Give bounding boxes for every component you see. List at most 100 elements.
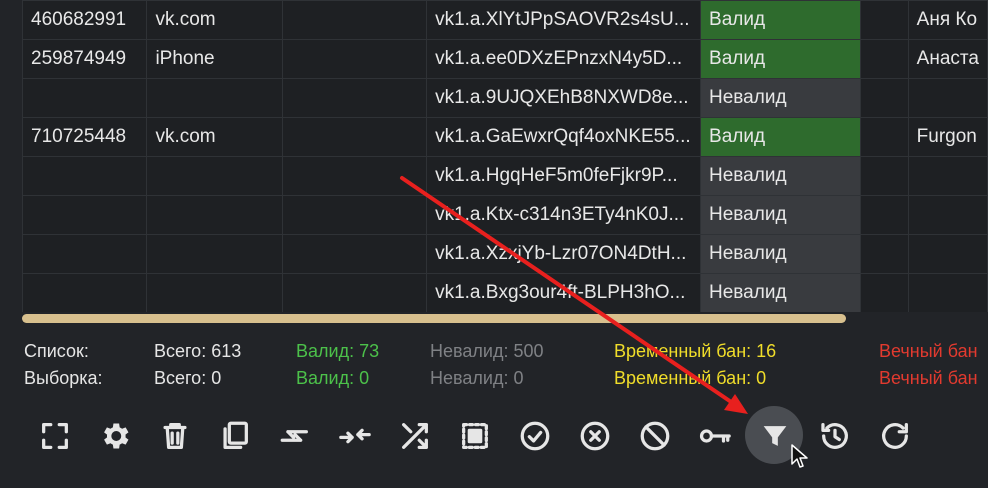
table-row[interactable]: vk1.a.Ktx-c314n3ETy4nK0J... Невалид [22, 195, 988, 235]
table-row[interactable]: vk1.a.HgqHeF5m0feFjkr9P... Невалид [22, 156, 988, 196]
delete-icon [163, 423, 187, 449]
select-all-button[interactable] [445, 406, 505, 466]
stats-selection-temp-ban: Временный бан: 0 [614, 368, 767, 388]
invalid-button[interactable] [565, 406, 625, 466]
fullscreen-icon [42, 423, 68, 449]
stats-selection-invalid: Невалид: 0 [430, 368, 524, 388]
stats-selection-total: Всего: 0 [154, 368, 222, 388]
device-cell [146, 78, 283, 118]
device-cell [146, 273, 283, 312]
merge-icon [339, 428, 371, 444]
status-cell: Невалид [700, 273, 862, 312]
stats-list-perm-ban: Вечный бан [879, 341, 978, 361]
swap-button[interactable] [265, 406, 325, 466]
check-valid-button[interactable] [505, 406, 565, 466]
account-id-cell: 460682991 [22, 0, 148, 40]
device-cell [146, 234, 283, 274]
device-cell: vk.com [146, 117, 283, 157]
history-button[interactable] [805, 406, 865, 466]
delete-button[interactable] [145, 406, 205, 466]
table-row[interactable]: 259874949 iPhone vk1.a.ee0DXzEPnzxN4y5D...… [22, 39, 988, 79]
account-id-cell: 710725448 [22, 117, 148, 157]
name-cell: Furgon [907, 117, 988, 157]
account-id-cell [22, 156, 148, 196]
empty-cell [281, 195, 428, 235]
empty-cell [860, 0, 909, 40]
token-cell: vk1.a.Ktx-c314n3ETy4nK0J... [426, 195, 702, 235]
token-cell: vk1.a.9UJQXEhB8NXWD8e... [426, 78, 702, 118]
shuffle-button[interactable] [385, 406, 445, 466]
empty-cell [281, 39, 428, 79]
device-cell [146, 156, 283, 196]
refresh-icon [882, 423, 908, 449]
device-cell [146, 195, 283, 235]
stats-list-temp-ban: Временный бан: 16 [614, 341, 777, 361]
stats-list-total: Всего: 613 [154, 341, 242, 361]
shuffle-icon [402, 423, 428, 449]
empty-cell [281, 234, 428, 274]
key-icon [699, 429, 731, 443]
select-all-icon [462, 423, 488, 449]
empty-cell [281, 273, 428, 312]
empty-cell [281, 117, 428, 157]
name-cell: Анаста [907, 39, 988, 79]
token-cell: vk1.a.HgqHeF5m0feFjkr9P... [426, 156, 702, 196]
account-id-cell [22, 234, 148, 274]
accounts-panel: 460682991 vk.com vk1.a.XlYtJPpSAOVR2s4sU..… [0, 0, 988, 488]
device-cell: vk.com [146, 0, 283, 40]
status-cell: Валид [700, 117, 862, 157]
empty-cell [860, 234, 909, 274]
status-cell: Невалид [700, 195, 862, 235]
stats-list-invalid: Невалид: 500 [430, 341, 544, 361]
block-icon [640, 421, 670, 451]
empty-cell [860, 195, 909, 235]
check-circle-icon [520, 421, 550, 451]
account-id-cell: 259874949 [22, 39, 148, 79]
status-cell: Валид [700, 39, 862, 79]
table-row[interactable]: 460682991 vk.com vk1.a.XlYtJPpSAOVR2s4sU..… [22, 0, 988, 40]
device-cell: iPhone [146, 39, 283, 79]
status-cell: Невалид [700, 234, 862, 274]
token-cell: vk1.a.XzxjYb-Lzr07ON4DtH... [426, 234, 702, 274]
token-cell: vk1.a.GaEwxrQqf4oxNKE55... [426, 117, 702, 157]
accounts-table: 460682991 vk.com vk1.a.XlYtJPpSAOVR2s4sU..… [22, 0, 988, 312]
table-row[interactable]: 710725448 vk.com vk1.a.GaEwxrQqf4oxNKE55..… [22, 117, 988, 157]
token-cell: vk1.a.ee0DXzEPnzxN4y5D... [426, 39, 702, 79]
name-cell [907, 156, 988, 196]
token-cell: vk1.a.Bxg3our4ft-BLPH3hO... [426, 273, 702, 312]
refresh-button[interactable] [865, 406, 925, 466]
account-id-cell [22, 78, 148, 118]
x-circle-icon [580, 421, 610, 451]
history-icon [821, 423, 848, 449]
stats-selection-valid: Валид: 0 [296, 368, 370, 388]
copy-button[interactable] [205, 406, 265, 466]
status-cell: Валид [700, 0, 862, 40]
filter-icon [763, 426, 787, 446]
fullscreen-button[interactable] [25, 406, 85, 466]
block-button[interactable] [625, 406, 685, 466]
merge-button[interactable] [325, 406, 385, 466]
stats-list-valid: Валид: 73 [296, 341, 380, 361]
table-row[interactable]: vk1.a.9UJQXEhB8NXWD8e... Невалид [22, 78, 988, 118]
table-row[interactable]: vk1.a.XzxjYb-Lzr07ON4DtH... Невалид [22, 234, 988, 274]
empty-cell [860, 117, 909, 157]
name-cell [907, 195, 988, 235]
token-cell: vk1.a.XlYtJPpSAOVR2s4sU... [426, 0, 702, 40]
table-row[interactable]: vk1.a.Bxg3our4ft-BLPH3hO... Невалид [22, 273, 988, 312]
stats-list-label: Список: [24, 341, 89, 361]
swap-icon [280, 430, 308, 442]
account-id-cell [22, 195, 148, 235]
horizontal-scrollbar[interactable] [22, 314, 846, 323]
key-button[interactable] [685, 406, 745, 466]
name-cell [907, 78, 988, 118]
status-cell: Невалид [700, 156, 862, 196]
empty-cell [860, 39, 909, 79]
status-cell: Невалид [700, 78, 862, 118]
mouse-cursor-icon [791, 444, 808, 468]
settings-button[interactable] [85, 406, 145, 466]
settings-icon [104, 423, 129, 449]
account-id-cell [22, 273, 148, 312]
empty-cell [860, 78, 909, 118]
empty-cell [860, 156, 909, 196]
stats-selection-perm-ban: Вечный бан [879, 368, 978, 388]
